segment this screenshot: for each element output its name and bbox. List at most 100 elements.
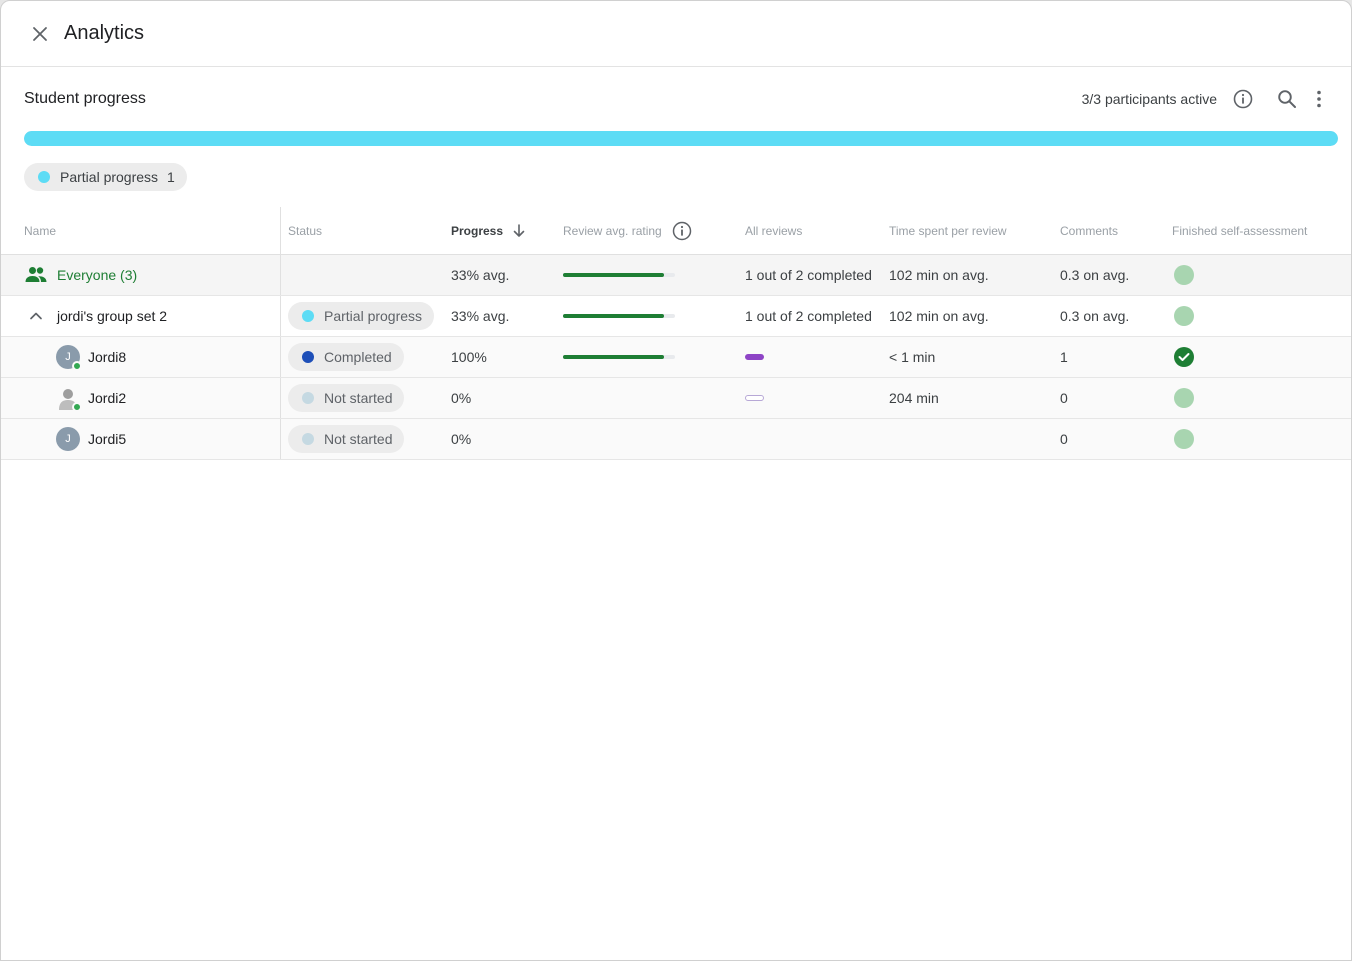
status-dot xyxy=(302,433,314,445)
section-title: Student progress xyxy=(24,90,146,107)
group-row[interactable]: jordi's group set 2 Partial progress 33%… xyxy=(1,296,1351,337)
column-divider xyxy=(280,419,281,459)
header-finished[interactable]: Finished self-assessment xyxy=(1172,207,1307,254)
student-progress: 0% xyxy=(451,390,472,406)
close-button[interactable] xyxy=(28,22,52,46)
rating-bar-fill xyxy=(563,273,664,277)
close-icon xyxy=(33,26,47,41)
table-row[interactable]: J Jordi5 Not started 0% 0 xyxy=(1,419,1351,460)
group-comments: 0.3 on avg. xyxy=(1060,308,1130,324)
header-progress[interactable]: Progress xyxy=(451,207,527,254)
header-comments[interactable]: Comments xyxy=(1060,207,1118,254)
group-people-icon xyxy=(25,267,47,282)
everyone-label[interactable]: Everyone (3) xyxy=(57,267,137,283)
info-icon xyxy=(1233,89,1253,109)
table-row[interactable]: Jordi2 Not started 0% 204 min 0 xyxy=(1,378,1351,419)
everyone-finished xyxy=(1172,255,1194,295)
rating-info-icon[interactable] xyxy=(672,221,692,241)
search-button[interactable] xyxy=(1275,87,1299,111)
column-divider xyxy=(280,296,281,336)
filter-chip-count: 1 xyxy=(167,169,175,185)
header-name[interactable]: Name xyxy=(24,207,56,254)
partial-progress-filter-chip[interactable]: Partial progress 1 xyxy=(24,163,187,191)
more-options-button[interactable] xyxy=(1307,87,1331,111)
header-reviews[interactable]: All reviews xyxy=(745,207,802,254)
table-row[interactable]: J Jordi8 Completed 100% < 1 min 1 xyxy=(1,337,1351,378)
everyone-row[interactable]: Everyone (3) 33% avg. 1 out of 2 complet… xyxy=(1,255,1351,296)
student-comments: 0 xyxy=(1060,431,1068,447)
progress-table: Name Status Progress Review avg. rating … xyxy=(1,207,1351,460)
check-circle-icon xyxy=(1174,347,1194,367)
student-name-cell: J Jordi5 xyxy=(56,419,126,459)
student-comments: 1 xyxy=(1060,349,1068,365)
group-name-cell: jordi's group set 2 xyxy=(24,296,167,336)
group-time: 102 min on avg. xyxy=(889,308,989,324)
student-status: Not started xyxy=(288,419,405,459)
not-finished-indicator xyxy=(1174,265,1194,285)
partial-progress-dot xyxy=(38,171,50,183)
status-label: Completed xyxy=(324,349,392,365)
student-name[interactable]: Jordi8 xyxy=(88,349,126,365)
rating-bar xyxy=(563,273,675,277)
group-status: Partial progress xyxy=(288,296,435,336)
header-time[interactable]: Time spent per review xyxy=(889,207,1007,254)
collapse-chevron-up-icon[interactable] xyxy=(24,311,48,321)
student-name[interactable]: Jordi5 xyxy=(88,431,126,447)
header-progress-label: Progress xyxy=(451,223,504,238)
student-name-cell: J Jordi8 xyxy=(56,337,126,377)
student-status: Not started xyxy=(288,378,405,418)
student-name-cell: Jordi2 xyxy=(56,378,126,418)
group-label: jordi's group set 2 xyxy=(57,308,168,324)
student-reviews xyxy=(745,378,764,418)
column-divider xyxy=(280,337,281,377)
online-indicator xyxy=(72,402,82,412)
status-dot xyxy=(302,351,314,363)
rating-bar-fill xyxy=(563,355,664,359)
status-label: Partial progress xyxy=(324,308,423,324)
rating-bar xyxy=(563,355,675,359)
status-chip: Partial progress xyxy=(288,302,435,330)
group-progress: 33% avg. xyxy=(451,308,510,324)
participants-count: 3/3 participants active xyxy=(1081,91,1217,107)
table-header-row: Name Status Progress Review avg. rating … xyxy=(1,207,1351,255)
status-label: Not started xyxy=(324,431,393,447)
student-time: < 1 min xyxy=(889,349,936,365)
everyone-name-cell: Everyone (3) xyxy=(24,255,137,295)
header-status[interactable]: Status xyxy=(288,207,322,254)
title-bar: Analytics xyxy=(1,1,1351,67)
group-rating xyxy=(563,296,675,336)
analytics-window: Analytics Student progress 3/3 participa… xyxy=(0,0,1352,961)
student-reviews xyxy=(745,337,764,377)
column-divider xyxy=(280,378,281,418)
student-progress: 0% xyxy=(451,431,472,447)
everyone-time: 102 min on avg. xyxy=(889,267,989,283)
avatar: J xyxy=(56,345,82,371)
status-chip: Completed xyxy=(288,343,404,371)
student-progress: 100% xyxy=(451,349,487,365)
overall-progress-fill xyxy=(24,131,1338,146)
review-completed-marker[interactable] xyxy=(745,354,764,360)
student-finished xyxy=(1172,419,1194,459)
overall-progress-bar xyxy=(24,131,1338,146)
status-label: Not started xyxy=(324,390,393,406)
header-rating[interactable]: Review avg. rating xyxy=(563,207,692,254)
not-finished-indicator xyxy=(1174,306,1194,326)
status-dot xyxy=(302,310,314,322)
student-name[interactable]: Jordi2 xyxy=(88,390,126,406)
rating-bar-fill xyxy=(563,314,664,318)
avatar-initial: J xyxy=(65,433,71,445)
group-finished xyxy=(1172,296,1194,336)
review-pending-marker[interactable] xyxy=(745,395,764,401)
student-status: Completed xyxy=(288,337,404,377)
participants-info-button[interactable] xyxy=(1231,87,1255,111)
student-comments: 0 xyxy=(1060,390,1068,406)
online-indicator xyxy=(72,361,82,371)
group-reviews: 1 out of 2 completed xyxy=(745,308,872,324)
filter-chip-label: Partial progress xyxy=(60,169,159,185)
avatar: J xyxy=(56,427,80,451)
search-icon xyxy=(1278,90,1296,108)
section-header: Student progress 3/3 participants active xyxy=(1,67,1351,131)
header-rating-label: Review avg. rating xyxy=(563,223,662,238)
status-chip: Not started xyxy=(288,384,405,412)
status-chip: Not started xyxy=(288,425,405,453)
